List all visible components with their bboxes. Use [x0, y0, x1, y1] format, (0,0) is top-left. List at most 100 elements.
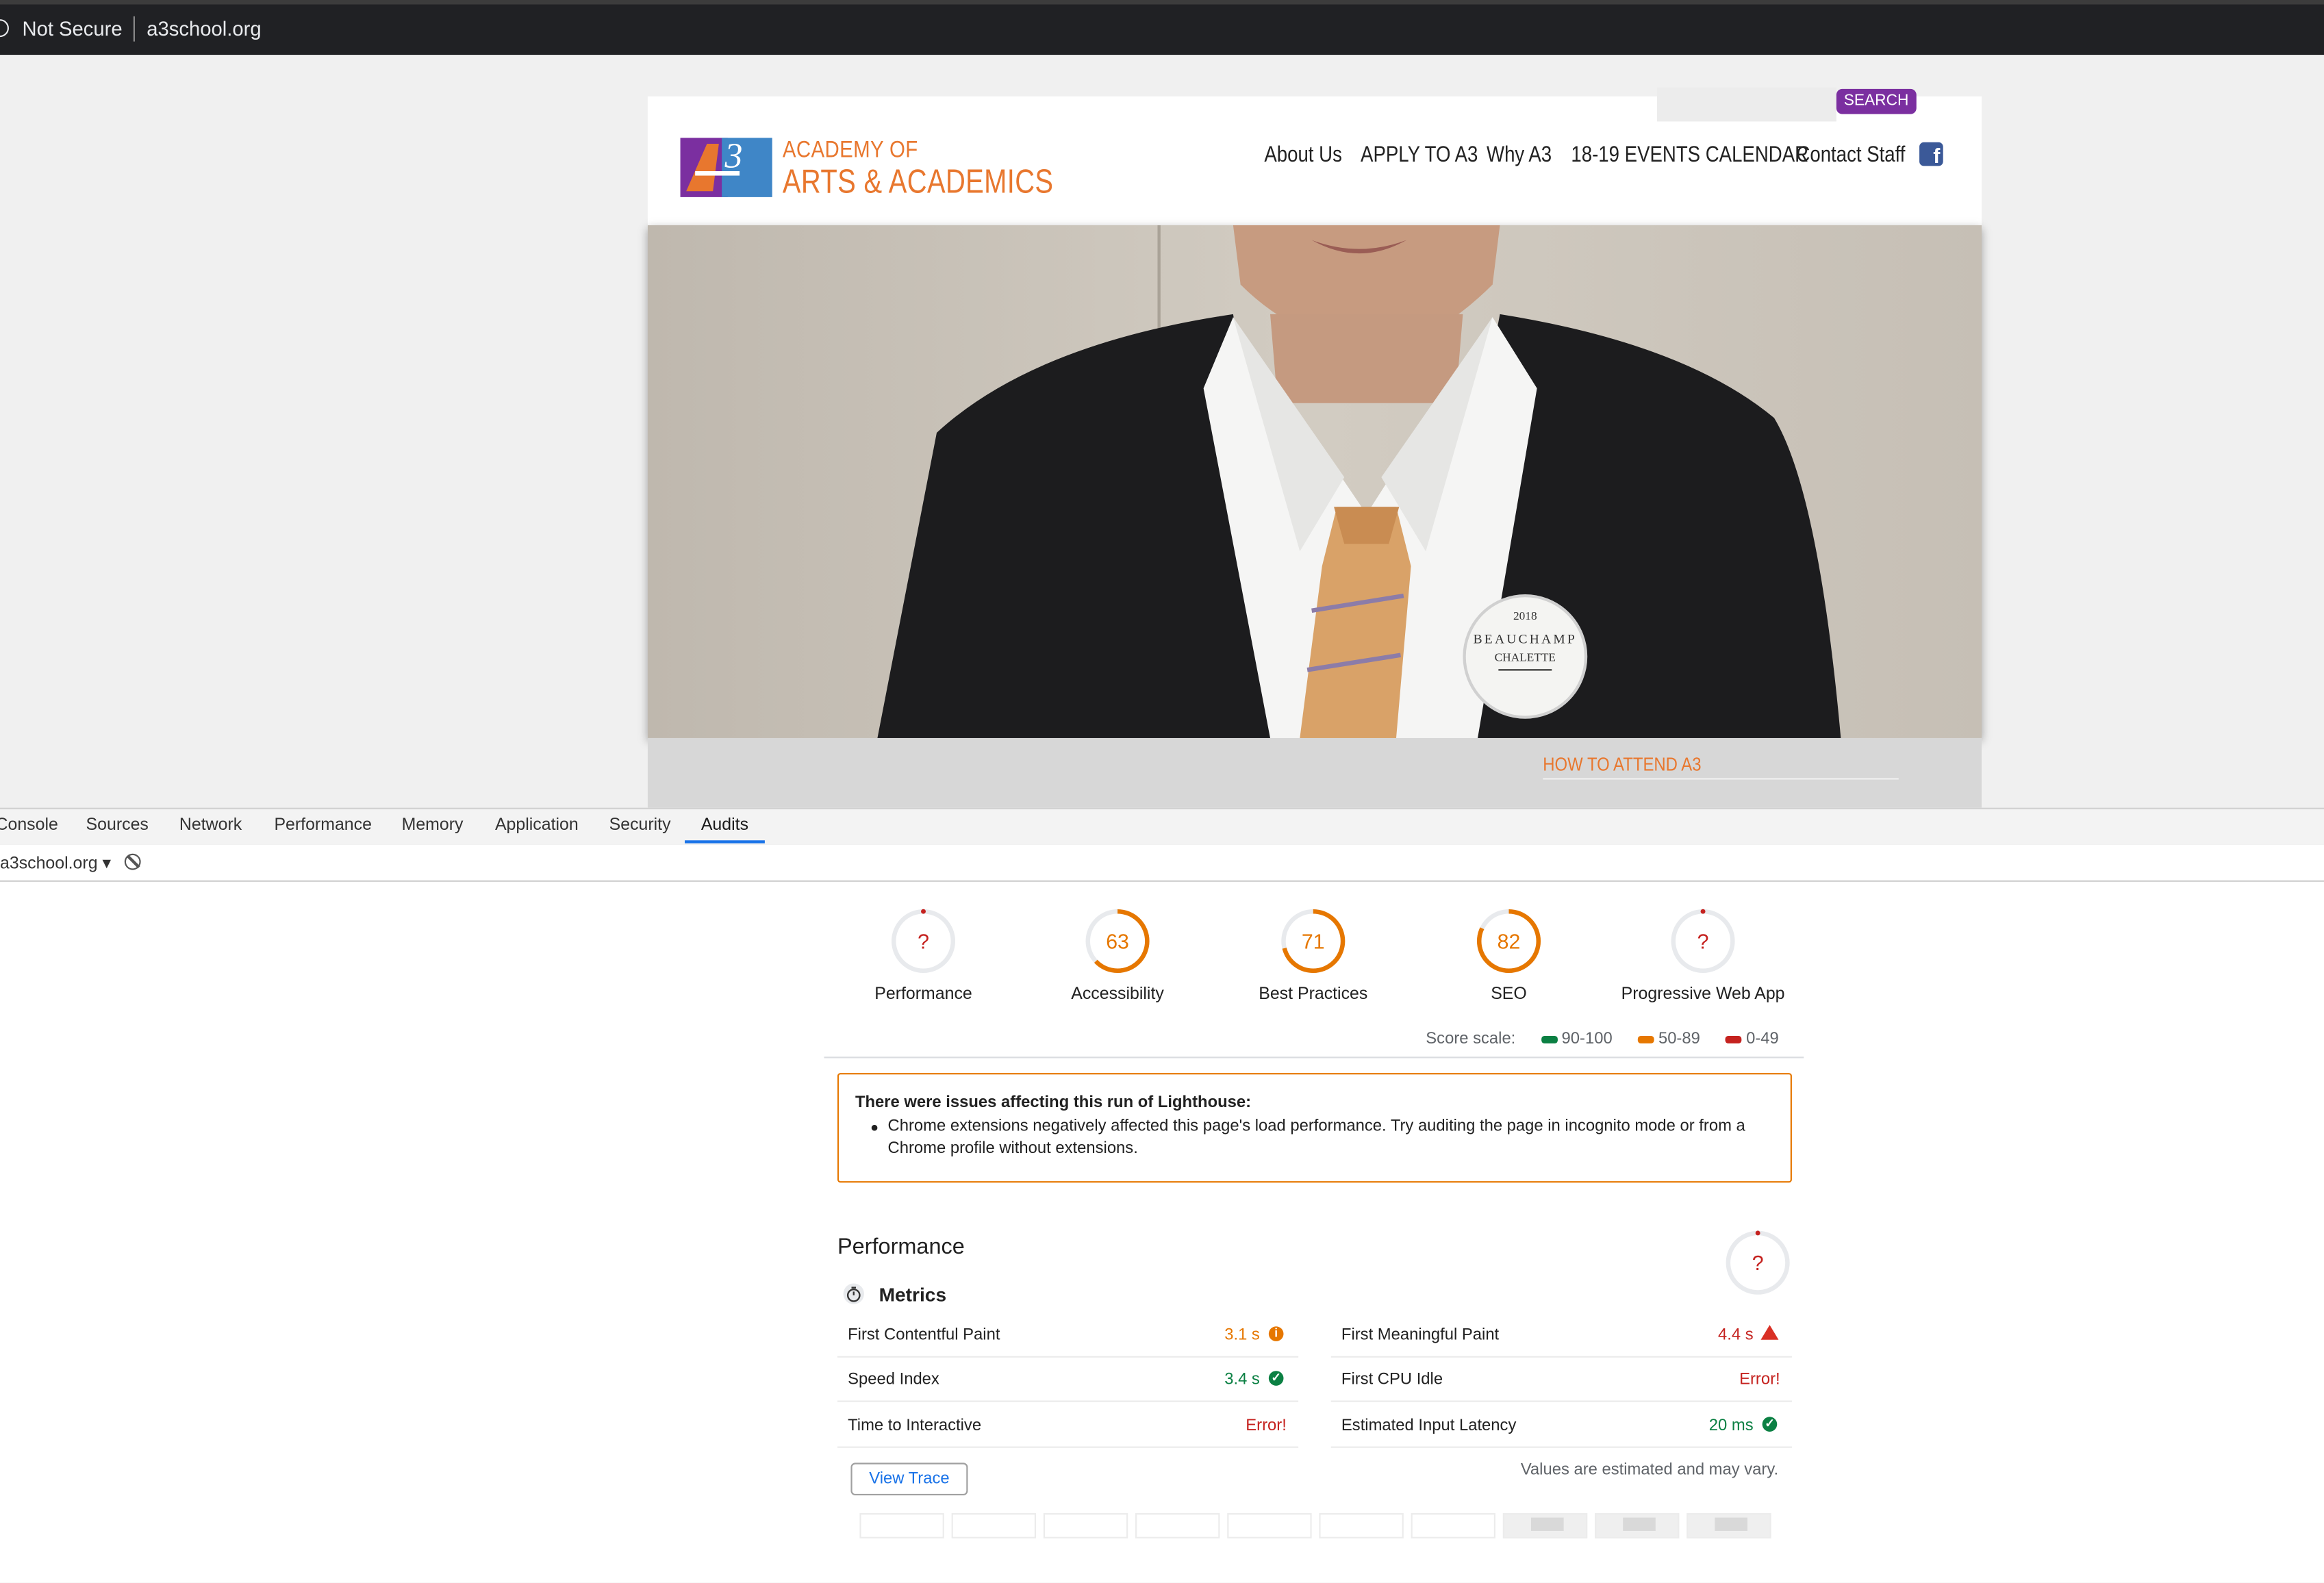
- gauge-arc: [921, 909, 926, 914]
- divider: [824, 1056, 1804, 1059]
- website-viewport: SEARCH 3 ACADEMY OF ARTS & ACADEMICS Abo…: [647, 87, 1982, 808]
- filmstrip-frame: [1135, 1512, 1220, 1538]
- site-search-button[interactable]: SEARCH: [1836, 88, 1917, 114]
- nav-events-calendar[interactable]: 18-19 EVENTS CALENDAR: [1571, 142, 1808, 168]
- gauge-arc: [1700, 909, 1706, 914]
- pass-check-icon: ✓: [1268, 1371, 1284, 1386]
- scale-pass: 90-100: [1541, 1030, 1613, 1048]
- filmstrip-frame: [951, 1512, 1037, 1538]
- a3-logo-icon[interactable]: 3: [680, 135, 776, 200]
- tab-sources[interactable]: Sources: [86, 817, 149, 835]
- gauge-accessibility[interactable]: 63 Accessibility: [1021, 909, 1213, 1004]
- nav-why-a3[interactable]: Why A3: [1487, 142, 1552, 168]
- hero-image: 2018 BEAUCHAMP CHALETTE: [647, 225, 1982, 738]
- performance-section-title: Performance: [837, 1234, 965, 1260]
- nav-apply[interactable]: APPLY TO A3: [1361, 142, 1478, 168]
- gauge-performance[interactable]: ? Performance: [827, 909, 1020, 1004]
- url-text[interactable]: a3school.org: [147, 18, 261, 40]
- security-label[interactable]: Not Secure: [22, 18, 122, 40]
- metric-value: 3.4 s: [1224, 1371, 1260, 1389]
- gauge-label: Progressive Web App: [1621, 985, 1785, 1004]
- audits-toolbar: a3school.org ▾: [0, 844, 2324, 882]
- tab-audits[interactable]: Audits: [701, 817, 748, 835]
- metric-name: Time to Interactive: [848, 1417, 982, 1435]
- metric-name: Speed Index: [848, 1371, 939, 1389]
- hero-caption-bar: HOW TO ATTEND A3: [647, 737, 1982, 808]
- warning-text: Chrome extensions negatively affected th…: [887, 1117, 1745, 1158]
- metric-value: Error!: [1739, 1371, 1780, 1389]
- view-trace-button[interactable]: View Trace: [850, 1462, 968, 1496]
- tab-security[interactable]: Security: [609, 817, 671, 835]
- average-info-icon: i: [1268, 1326, 1284, 1341]
- metric-row: Estimated Input Latency 20 ms ✓: [1330, 1402, 1792, 1448]
- metric-row: Speed Index 3.4 s ✓: [837, 1356, 1299, 1402]
- tab-network[interactable]: Network: [179, 817, 242, 835]
- fail-warning-icon: [1760, 1325, 1779, 1340]
- filmstrip-frame: [1411, 1512, 1496, 1538]
- metrics-title: Metrics: [879, 1283, 947, 1306]
- logo-text-line2[interactable]: ARTS & ACADEMICS: [783, 163, 1054, 201]
- badge-year: 2018: [1513, 609, 1537, 622]
- score-scale-label: Score scale:: [1426, 1030, 1516, 1048]
- performance-section-gauge: ?: [1726, 1230, 1791, 1303]
- metric-value: 3.1 s: [1224, 1326, 1260, 1345]
- pass-check-icon: ✓: [1762, 1417, 1778, 1432]
- how-to-attend-underline: [1543, 778, 1899, 780]
- info-icon[interactable]: [0, 19, 9, 38]
- tab-console[interactable]: Console: [0, 817, 58, 835]
- badge-name-line2: CHALETTE: [1495, 650, 1556, 663]
- stopwatch-icon: [843, 1283, 864, 1304]
- devtools-panel: Console Sources Network Performance Memo…: [0, 807, 2324, 1583]
- metric-name: First Meaningful Paint: [1341, 1326, 1500, 1345]
- metric-name: First Contentful Paint: [848, 1326, 1000, 1345]
- tab-application[interactable]: Application: [495, 817, 579, 835]
- bullet-icon: [871, 1124, 878, 1131]
- nav-about-us[interactable]: About Us: [1264, 142, 1342, 168]
- filmstrip-frame: [1319, 1512, 1404, 1538]
- filmstrip-frame: [859, 1512, 944, 1538]
- warning-title: There were issues affecting this run of …: [855, 1093, 1252, 1112]
- metric-row: First Meaningful Paint 4.4 s: [1330, 1312, 1792, 1358]
- report-origin-dropdown[interactable]: a3school.org ▾: [0, 852, 111, 873]
- facebook-icon[interactable]: f: [1919, 142, 1943, 166]
- performance-section-score: ?: [1752, 1252, 1764, 1275]
- filmstrip-frame: [1043, 1512, 1128, 1538]
- logo-text-line1[interactable]: ACADEMY OF: [783, 138, 918, 164]
- svg-text:3: 3: [724, 137, 742, 176]
- gauge-seo[interactable]: 82 SEO: [1413, 909, 1605, 1003]
- gauge-label: Performance: [874, 985, 972, 1004]
- tab-performance[interactable]: Performance: [274, 817, 372, 835]
- browser-url-bar[interactable]: Not Secure a3school.org: [0, 0, 2324, 55]
- gauge-label: Accessibility: [1071, 985, 1164, 1004]
- gauge-score: 71: [1302, 930, 1325, 953]
- gauge-score: 63: [1106, 930, 1129, 953]
- metric-row: First CPU Idle Error!: [1330, 1356, 1792, 1402]
- filmstrip-frame: [1595, 1512, 1680, 1538]
- metric-row: Time to Interactive Error!: [837, 1402, 1299, 1448]
- active-tab-indicator: [685, 840, 765, 844]
- how-to-attend-link[interactable]: HOW TO ATTEND A3: [1543, 753, 1701, 775]
- estimated-note: Values are estimated and may vary.: [1520, 1461, 1779, 1480]
- scale-fail: 0-49: [1725, 1030, 1779, 1048]
- tab-memory[interactable]: Memory: [402, 817, 464, 835]
- gauge-progressive-web-app[interactable]: ? Progressive Web App: [1606, 909, 1799, 1004]
- clear-block-icon[interactable]: [124, 853, 141, 870]
- hero-photo-graphic: 2018 BEAUCHAMP CHALETTE: [647, 225, 1982, 738]
- site-search-input[interactable]: [1656, 87, 1836, 122]
- gauge-score: ?: [1697, 930, 1709, 953]
- filmstrip-frame: [1687, 1512, 1771, 1538]
- badge-name-line1: BEAUCHAMP: [1474, 632, 1577, 646]
- gauge-best-practices[interactable]: 71 Best Practices: [1217, 909, 1409, 1003]
- nav-contact-staff[interactable]: Contact Staff: [1796, 142, 1905, 168]
- metric-name: Estimated Input Latency: [1341, 1417, 1517, 1435]
- metric-value: Error!: [1246, 1417, 1287, 1435]
- warning-item: Chrome extensions negatively affected th…: [868, 1116, 1772, 1161]
- filmstrip-frame: [1227, 1512, 1312, 1538]
- scale-average: 50-89: [1637, 1030, 1700, 1048]
- metric-row: First Contentful Paint 3.1 s i: [837, 1312, 1299, 1358]
- gauge-score: 82: [1498, 930, 1521, 953]
- devtools-tab-bar: Console Sources Network Performance Memo…: [0, 807, 2324, 846]
- score-scale: Score scale: 90-100 50-89 0-49: [1426, 1030, 1778, 1048]
- url-separator: [133, 16, 135, 42]
- lighthouse-warning-box: There were issues affecting this run of …: [837, 1073, 1792, 1183]
